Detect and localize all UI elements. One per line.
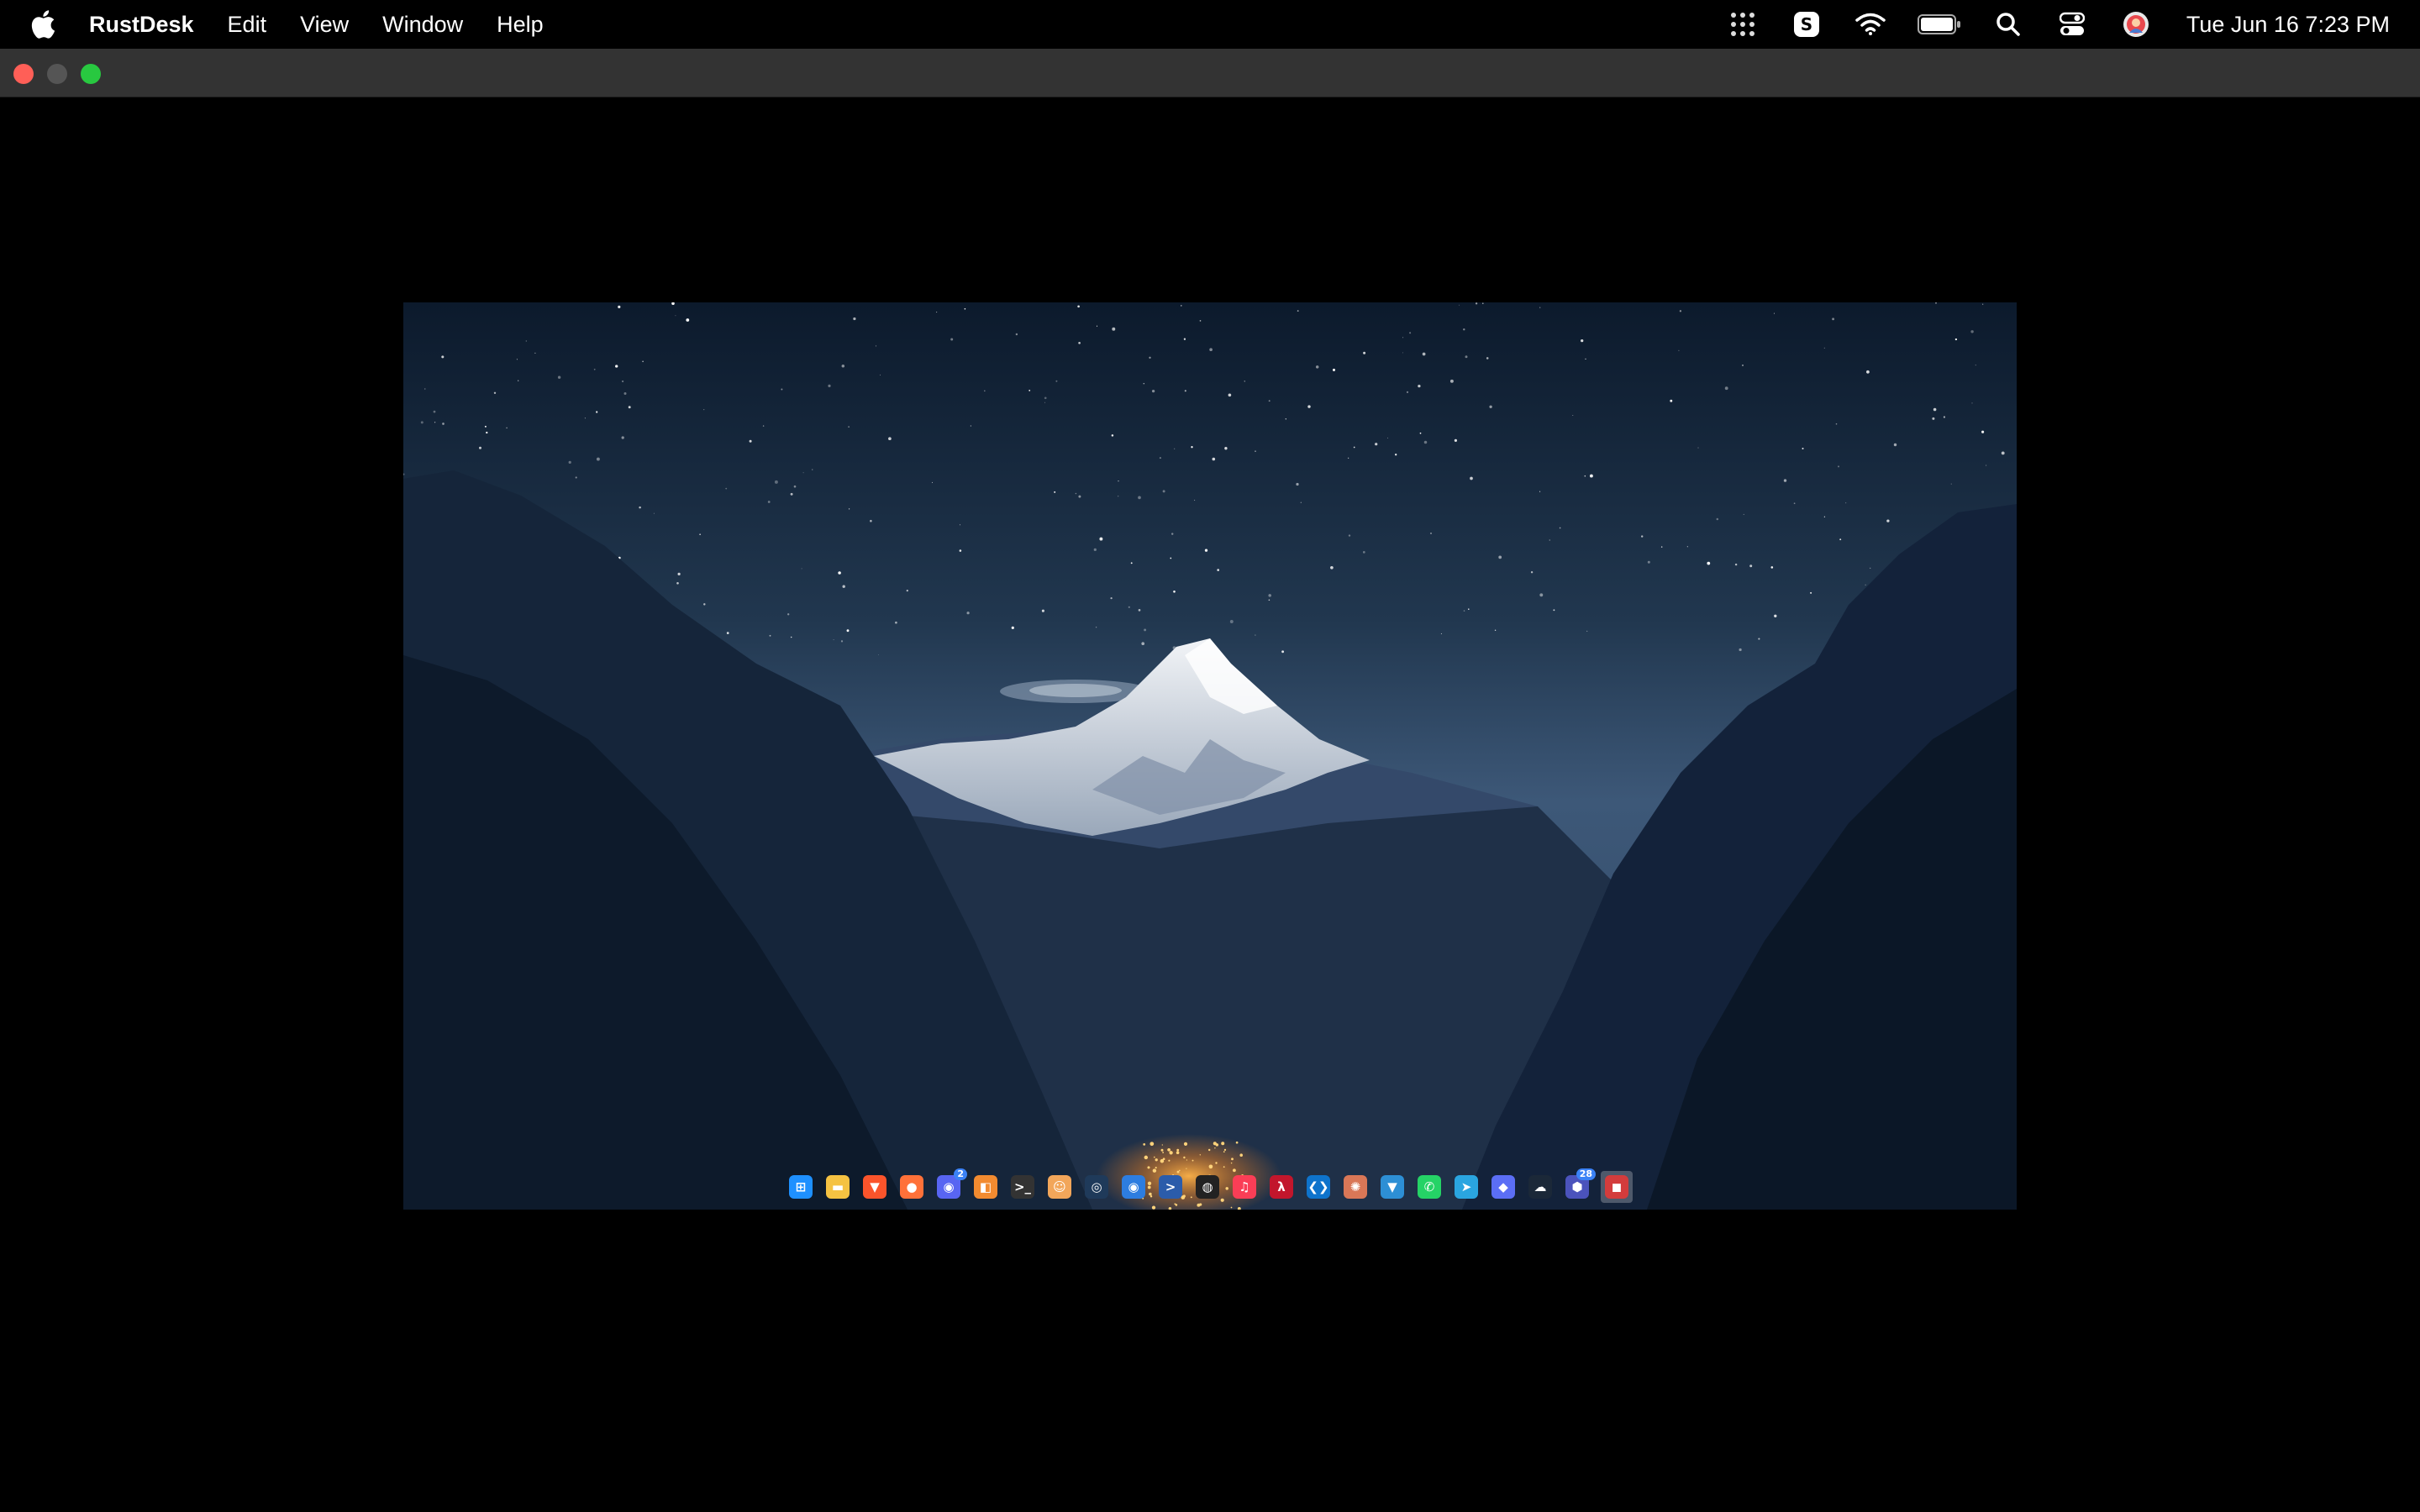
gem-glyph: ◆	[1491, 1175, 1515, 1199]
window-titlebar[interactable]	[0, 49, 2420, 97]
close-window-button[interactable]	[13, 64, 34, 84]
wallpaper-image	[403, 302, 2017, 1210]
discord-icon[interactable]: ◉ 2	[935, 1168, 967, 1200]
file-explorer-icon[interactable]: ▬	[824, 1173, 851, 1200]
remote-taskbar: ⊞ ▬ ▼ ● ◉ 2 ◧ >_ ☺ ◎ ◉ > ◍ ♫ λ ❮❯ ✺ ▼ ✆ ➤ ◆ ☁ ⬢ 28 ◼	[403, 1164, 2017, 1210]
whatsapp-icon[interactable]: ✆	[1416, 1173, 1443, 1200]
remote-app-icon[interactable]: ◧	[972, 1173, 999, 1200]
browser-icon[interactable]: ◉	[1120, 1173, 1147, 1200]
control-center-icon[interactable]	[2055, 8, 2089, 41]
firefox-icon[interactable]: ●	[898, 1173, 925, 1200]
browser-glyph: ◉	[1122, 1175, 1145, 1199]
menu-bar-left: RustDesk Edit View Window Help	[30, 10, 577, 39]
start-icon[interactable]: ⊞	[787, 1173, 814, 1200]
menu-bar-clock[interactable]: Tue Jun 16 7:23 PM	[2186, 12, 2390, 38]
brave-glyph: ▼	[863, 1175, 886, 1199]
svg-text:S: S	[1801, 14, 1812, 34]
github-icon[interactable]: ◍	[1194, 1173, 1221, 1200]
remote-desktop-view[interactable]: ⊞ ▬ ▼ ● ◉ 2 ◧ >_ ☺ ◎ ◉ > ◍ ♫ λ ❮❯ ✺ ▼ ✆ ➤ ◆ ☁ ⬢ 28 ◼	[403, 302, 2017, 1210]
powershell-icon[interactable]: >	[1157, 1173, 1184, 1200]
teams-icon[interactable]: ⬢ 28	[1564, 1168, 1596, 1200]
smiley-app-glyph: ☺	[1048, 1175, 1071, 1199]
menu-window[interactable]: Window	[382, 12, 463, 38]
vpn-icon[interactable]: ▼	[1379, 1173, 1406, 1200]
vscode-icon[interactable]: ❮❯	[1305, 1173, 1332, 1200]
minimize-window-button[interactable]	[47, 64, 67, 84]
active-app-glyph: ◼	[1605, 1175, 1628, 1199]
github-glyph: ◍	[1196, 1175, 1219, 1199]
steam-glyph: ☁	[1528, 1175, 1552, 1199]
remote-app-glyph: ◧	[974, 1175, 997, 1199]
steam-icon[interactable]: ☁	[1527, 1173, 1554, 1200]
music-icon[interactable]: ♫	[1231, 1173, 1258, 1200]
search-icon[interactable]	[1991, 8, 2025, 41]
acrobat-icon[interactable]: λ	[1268, 1173, 1295, 1200]
gem-icon[interactable]: ◆	[1490, 1173, 1517, 1200]
system-monitor-icon[interactable]: ◎	[1083, 1173, 1110, 1200]
claude-glyph: ✺	[1344, 1175, 1367, 1199]
menu-bar-right: S Tue Jun 16 7:23 PM	[1696, 8, 2390, 41]
terminal-icon[interactable]: >_	[1009, 1173, 1036, 1200]
user-avatar-icon[interactable]	[2119, 8, 2153, 41]
taskbar-icons: ⊞ ▬ ▼ ● ◉ 2 ◧ >_ ☺ ◎ ◉ > ◍ ♫ λ ❮❯ ✺ ▼ ✆ ➤ ◆ ☁ ⬢ 28 ◼	[787, 1168, 1633, 1203]
terminal-glyph: >_	[1011, 1175, 1034, 1199]
skype-icon[interactable]: S	[1790, 8, 1823, 41]
menu-edit[interactable]: Edit	[228, 12, 267, 38]
vpn-glyph: ▼	[1381, 1175, 1404, 1199]
smiley-app-icon[interactable]: ☺	[1046, 1173, 1073, 1200]
claude-icon[interactable]: ✺	[1342, 1173, 1369, 1200]
music-glyph: ♫	[1233, 1175, 1256, 1199]
brave-icon[interactable]: ▼	[861, 1173, 888, 1200]
menu-bar: RustDesk Edit View Window Help S Tue Jun…	[0, 0, 2420, 49]
menu-view[interactable]: View	[300, 12, 349, 38]
app-name-menu[interactable]: RustDesk	[89, 12, 194, 38]
active-app-icon[interactable]: ◼	[1601, 1171, 1633, 1203]
whatsapp-glyph: ✆	[1418, 1175, 1441, 1199]
apple-icon[interactable]	[30, 10, 55, 39]
acrobat-glyph: λ	[1270, 1175, 1293, 1199]
powershell-glyph: >	[1159, 1175, 1182, 1199]
telegram-icon[interactable]: ➤	[1453, 1173, 1480, 1200]
maximize-window-button[interactable]	[81, 64, 101, 84]
notification-badge: 2	[954, 1168, 967, 1180]
file-explorer-glyph: ▬	[826, 1175, 850, 1199]
menu-help[interactable]: Help	[497, 12, 544, 38]
vscode-glyph: ❮❯	[1307, 1175, 1330, 1199]
firefox-glyph: ●	[900, 1175, 923, 1199]
start-glyph: ⊞	[789, 1175, 813, 1199]
notification-badge: 28	[1576, 1168, 1596, 1180]
wifi-icon[interactable]	[1854, 8, 1887, 41]
system-monitor-glyph: ◎	[1085, 1175, 1108, 1199]
telegram-glyph: ➤	[1455, 1175, 1478, 1199]
battery-icon[interactable]	[1917, 8, 1961, 41]
grid-dots-icon[interactable]	[1726, 8, 1760, 41]
